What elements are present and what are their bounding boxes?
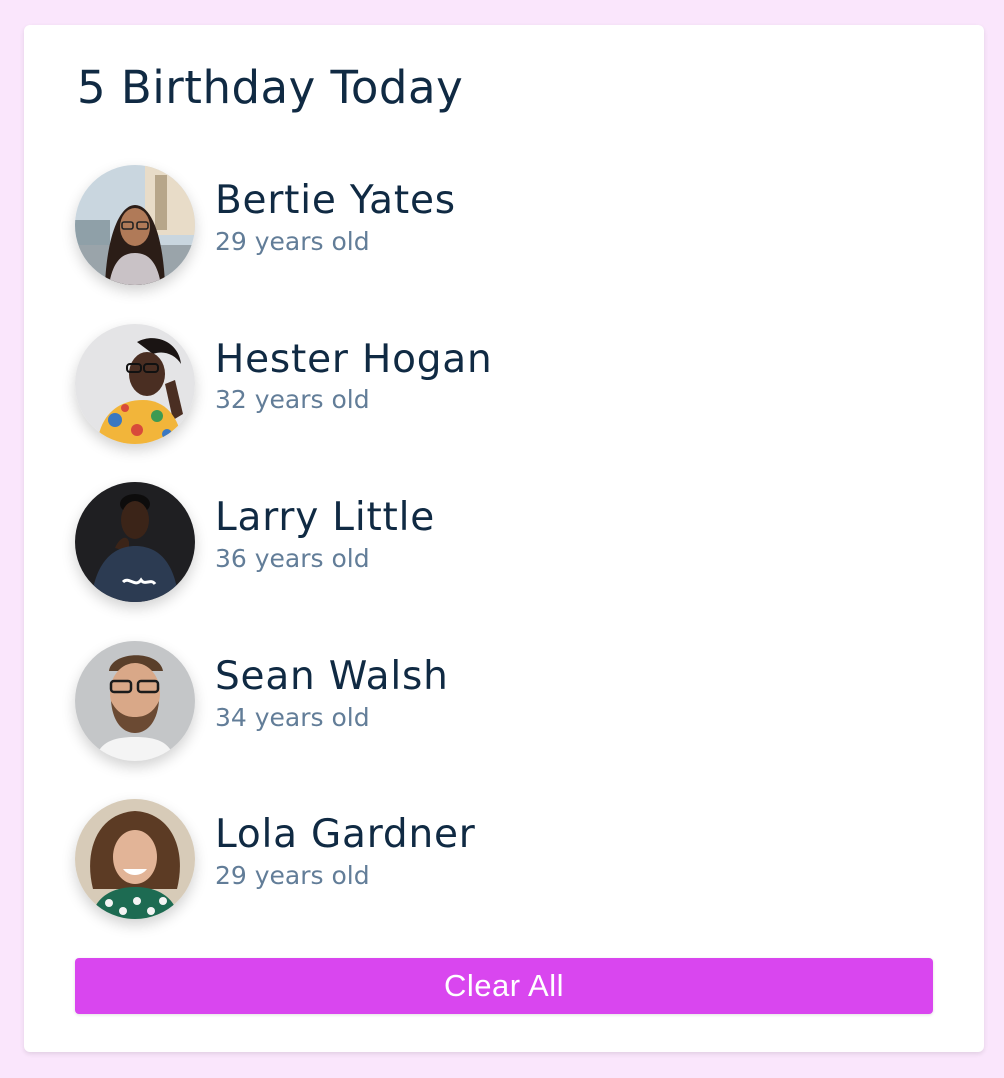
person-info: Bertie Yates 29 years old xyxy=(215,178,456,258)
avatar xyxy=(75,482,195,603)
person-info: Lola Gardner 29 years old xyxy=(215,813,476,892)
list-item: Sean Walsh 34 years old xyxy=(75,640,935,761)
person-name: Sean Walsh xyxy=(215,653,449,699)
list-item: Larry Little 36 years old xyxy=(75,482,935,603)
list-item: Lola Gardner 29 years old xyxy=(75,799,935,920)
avatar xyxy=(75,323,195,444)
person-age: 29 years old xyxy=(215,226,370,256)
person-age: 36 years old xyxy=(215,544,370,574)
person-age: 34 years old xyxy=(215,702,370,732)
person-info: Hester Hogan 32 years old xyxy=(215,336,493,417)
person-name: Larry Little xyxy=(215,495,436,541)
list-item: Hester Hogan 32 years old xyxy=(75,323,935,444)
list-item: Bertie Yates 29 years old xyxy=(75,165,935,285)
birthday-card: 5 Birthday Today Bertie Yates 29 years o… xyxy=(24,25,984,1052)
person-name: Lola Gardner xyxy=(215,812,476,858)
clear-all-button[interactable]: Clear All xyxy=(75,958,933,1014)
avatar xyxy=(75,165,195,285)
person-age: 32 years old xyxy=(215,385,370,415)
person-name: Hester Hogan xyxy=(215,336,493,382)
avatar xyxy=(75,640,195,761)
page-title: 5 Birthday Today xyxy=(77,61,464,114)
person-name: Bertie Yates xyxy=(215,178,456,223)
people-list: Bertie Yates 29 years old Hester Hogan 3… xyxy=(75,165,935,958)
avatar xyxy=(75,799,195,920)
person-info: Larry Little 36 years old xyxy=(215,495,436,575)
person-age: 29 years old xyxy=(215,861,370,891)
person-info: Sean Walsh 34 years old xyxy=(215,653,449,734)
